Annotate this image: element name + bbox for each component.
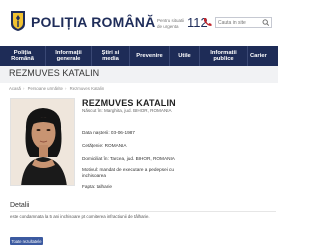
- warrant-motive: Motivul: mandat de executare a pedepsei …: [82, 167, 174, 178]
- breadcrumb-wanted[interactable]: Persoane urmărite: [28, 86, 63, 91]
- offense: Fapta: talharie: [82, 184, 112, 189]
- phone-icon: [204, 18, 212, 26]
- nav-item-politia-romana[interactable]: Poliția Română: [0, 46, 46, 66]
- nav-item-informatii-generale[interactable]: Informații generale: [46, 46, 92, 66]
- nav-item-stiri-media[interactable]: Știri si media: [92, 46, 130, 66]
- police-crest-logo[interactable]: [10, 10, 26, 32]
- nav-label: Prevenire: [136, 52, 163, 59]
- details-text: este condamnata la 5 ani inchisoare pt c…: [10, 214, 150, 219]
- person-photo: [10, 98, 75, 186]
- citizenship: Cetățenie: ROMANIA: [82, 143, 127, 148]
- divider: [10, 211, 276, 212]
- breadcrumb: Acasă › Persoane urmărite › Rezmuves Katal…: [9, 86, 106, 91]
- all-results-button[interactable]: Toate rezultatele: [10, 237, 43, 245]
- breadcrumb-home[interactable]: Acasă: [9, 86, 21, 91]
- page-title: REZMUVES KATALIN: [9, 68, 100, 78]
- breadcrumb-separator-icon: ›: [22, 86, 25, 91]
- search-input[interactable]: [218, 19, 260, 27]
- nav-item-utile[interactable]: Utile: [170, 46, 200, 66]
- birthplace: Născut în: Marghita, jud. BIHOR, ROMANIA: [82, 108, 172, 113]
- nav-label: Utile: [178, 52, 191, 59]
- nav-label: Carier: [250, 52, 267, 59]
- domicile: Domiciliat în: Tarcea, jud. BIHOR, ROMAN…: [82, 156, 175, 161]
- emergency-label: Pentru situatii de urgenta: [157, 18, 185, 29]
- nav-label: Informații generale: [55, 49, 82, 63]
- header: POLIȚIA ROMÂNĂ Pentru situatii de urgent…: [0, 0, 278, 46]
- nav-item-prevenire[interactable]: Prevenire: [130, 46, 170, 66]
- breadcrumb-separator-icon: ›: [64, 86, 67, 91]
- search-icon[interactable]: [261, 18, 271, 27]
- details-heading: Detalii: [10, 202, 30, 209]
- breadcrumb-current: Rezmuves Katalin: [69, 86, 105, 91]
- nav-label: Știri si media: [101, 49, 120, 63]
- person-name: REZMUVES KATALIN: [82, 98, 176, 108]
- main-nav: Poliția Română Informații generale Știri…: [0, 46, 278, 66]
- search-box: [215, 17, 272, 28]
- nav-label: Poliția Română: [11, 49, 34, 63]
- birth-date: Data nașterii: 03-06-1987: [82, 130, 135, 135]
- nav-item-informatii-publice[interactable]: Informatii publice: [200, 46, 248, 66]
- nav-label: Informatii publice: [210, 49, 237, 63]
- site-brand[interactable]: POLIȚIA ROMÂNĂ: [31, 14, 155, 30]
- nav-item-cariera[interactable]: Carier: [248, 46, 278, 66]
